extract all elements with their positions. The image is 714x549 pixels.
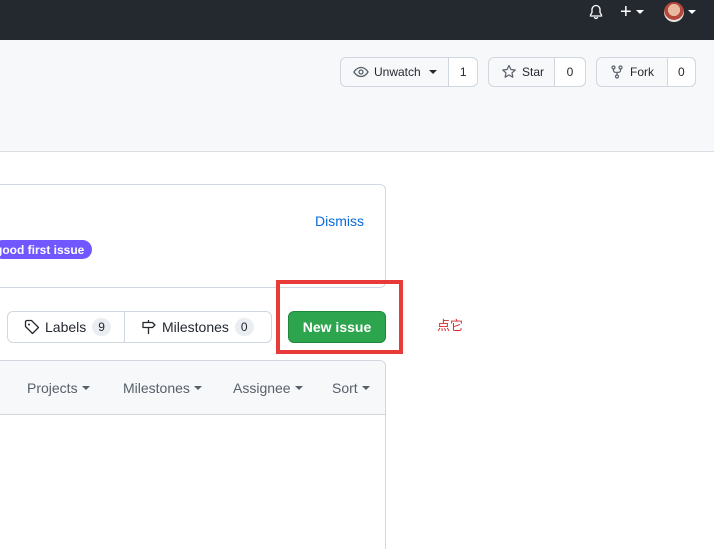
fork-icon [611,65,623,79]
user-menu[interactable] [664,0,698,24]
avatar [664,2,684,22]
chevron-down-icon [428,70,437,74]
chevron-down-icon [635,10,644,14]
chevron-down-icon [294,386,303,390]
repo-header: Unwatch 1 Star 0 Fork 0 [0,40,714,152]
label-pill-text: good first issue [0,242,85,257]
issues-filter-bar: Projects Milestones Assignee Sort [0,361,385,415]
labels-button[interactable]: Labels 9 [8,312,125,342]
milestone-icon [142,320,156,334]
fork-label: Fork [630,65,654,79]
unwatch-label: Unwatch [374,65,421,79]
forks-count[interactable]: 0 [667,58,695,86]
star-button-group: Star 0 [488,57,586,87]
tag-icon [24,319,40,335]
assignee-filter[interactable]: Assignee [233,380,303,396]
projects-filter-label: Projects [27,380,78,396]
labels-label: Labels [45,319,87,335]
milestones-count: 0 [234,318,254,336]
sort-filter-label: Sort [332,380,358,396]
unwatch-button[interactable]: Unwatch [341,58,450,86]
watchers-count[interactable]: 1 [449,58,477,86]
star-button[interactable]: Star [489,58,555,86]
milestones-filter-label: Milestones [123,380,190,396]
milestones-filter[interactable]: Milestones [123,380,202,396]
labels-count: 9 [92,318,111,336]
assignee-filter-label: Assignee [233,380,291,396]
global-header: + [0,0,714,40]
sort-filter[interactable]: Sort [332,380,370,396]
star-icon [502,64,516,78]
watch-button-group: Unwatch 1 [340,57,478,87]
issues-list: Projects Milestones Assignee Sort [0,360,386,549]
dismiss-link[interactable]: Dismiss [315,213,364,229]
star-label: Star [521,65,544,79]
chevron-down-icon [361,386,370,390]
chevron-down-icon [688,10,696,14]
fork-button[interactable]: Fork [597,58,668,86]
fork-button-group: Fork 0 [596,57,696,87]
milestones-button[interactable]: Milestones 0 [125,312,271,342]
good-first-issue-label[interactable]: good first issue [0,240,93,259]
stargazers-count[interactable]: 0 [555,58,585,86]
eye-icon [353,66,369,78]
projects-filter[interactable]: Projects [27,380,90,396]
chevron-down-icon [193,386,202,390]
milestones-label: Milestones [162,319,229,335]
annotation-highlight-box [276,280,403,354]
contributor-banner: Dismiss good first issue [0,184,386,288]
labels-milestones-nav: Labels 9 Milestones 0 [7,311,272,343]
annotation-text: 点它 [437,319,464,334]
chevron-down-icon [81,386,90,390]
plus-icon: + [620,1,632,23]
bell-icon[interactable] [588,0,606,24]
create-new-menu[interactable]: + [620,0,652,24]
